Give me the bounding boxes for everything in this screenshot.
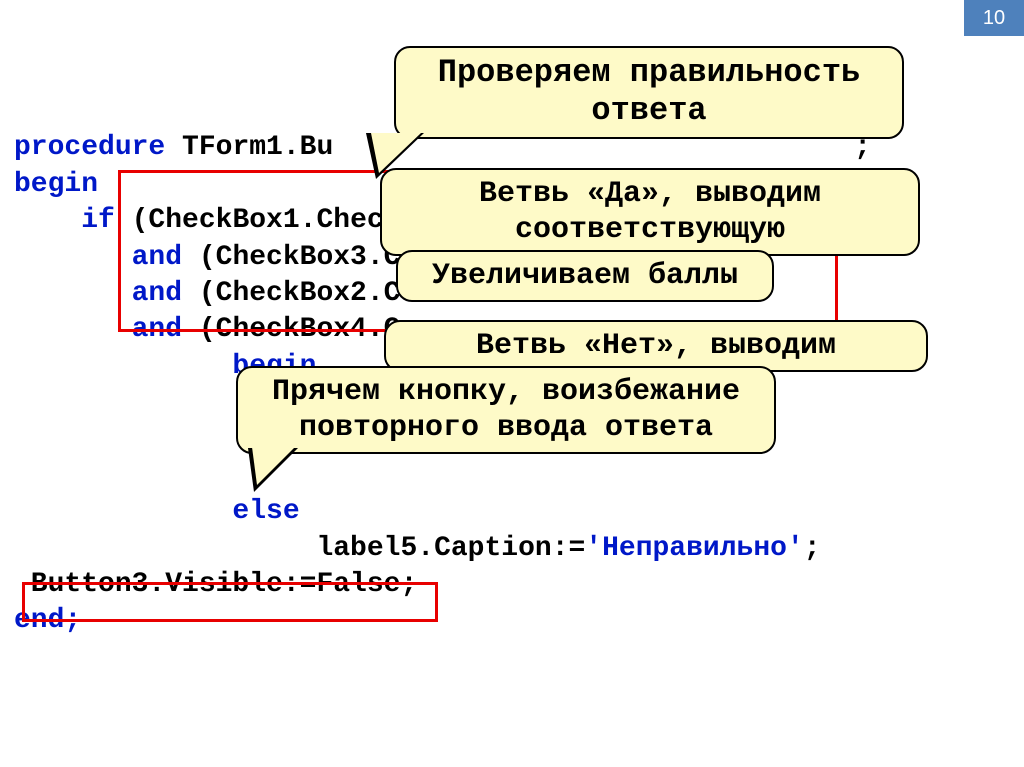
speech-tail-fill-icon [371, 133, 421, 173]
speech-tail-fill-icon [252, 447, 295, 485]
highlight-box-button-visible [22, 582, 438, 622]
callout-branch-no: Ветвь «Нет», выводим [384, 320, 928, 372]
code-string: 'Неправильно' [585, 533, 803, 564]
callout-check-answer: Проверяем правильность ответа [394, 46, 904, 139]
callout-text: Проверяем правильность ответа [438, 54, 860, 129]
code-token: else [14, 496, 300, 527]
code-token: ; [804, 533, 821, 564]
code-token: if [14, 205, 115, 236]
callout-hide-button: Прячем кнопку, воизбежание повторного вв… [236, 366, 776, 454]
code-token: label5.Caption:= [14, 533, 585, 564]
callout-branch-yes: Ветвь «Да», выводим соответствующую [380, 168, 920, 256]
callout-increase-score: Увеличиваем баллы [396, 250, 774, 302]
callout-text: Прячем кнопку, воизбежание повторного вв… [272, 375, 740, 445]
slide-number-badge: 10 [964, 0, 1024, 36]
code-token: procedure [14, 132, 165, 163]
code-token: begin [14, 169, 98, 200]
